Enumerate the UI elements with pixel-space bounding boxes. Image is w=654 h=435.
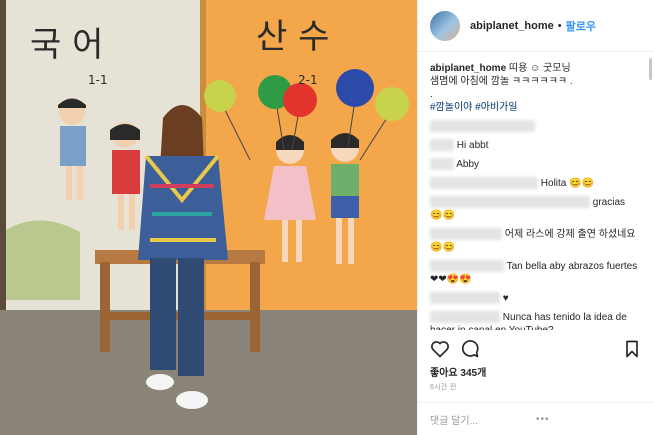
comment-text: Abby — [456, 159, 480, 170]
comment-text: Hi abbt — [456, 140, 489, 151]
mural-text-right-sub: 2-1 — [298, 73, 318, 87]
list-item: Tan bella aby abrazos fuertes ❤❤😍😍 — [430, 260, 642, 286]
redacted-username — [430, 139, 454, 152]
list-item: Holita 😊😊 — [430, 177, 642, 190]
post-header: abiplanet_home • 팔로우 — [418, 0, 654, 52]
redacted-username — [430, 260, 504, 273]
redacted-username — [430, 120, 535, 133]
caption: abiplanet_home 띠용 ☺ 굿모닝 샘몀에 아침에 깜놀 ㅋㅋㅋㅋㅋ… — [430, 62, 642, 114]
redacted-username — [430, 228, 502, 241]
redacted-username — [430, 158, 454, 171]
redacted-username — [430, 196, 590, 209]
caption-text-line2: 샘몀에 아침에 깜놀 ㅋㅋㅋㅋㅋㅋ . — [430, 76, 573, 87]
post-side-panel: abiplanet_home • 팔로우 abiplanet_home 띠용 ☺… — [417, 0, 654, 435]
comments-list[interactable]: abiplanet_home 띠용 ☺ 굿모닝 샘몀에 아침에 깜놀 ㅋㅋㅋㅋㅋ… — [418, 52, 654, 330]
list-item: Hi abbt — [430, 139, 642, 152]
separator-dot: • — [557, 19, 562, 32]
comment-icon[interactable] — [460, 339, 480, 359]
mural-text-left-sub: 1-1 — [88, 73, 108, 87]
header-username[interactable]: abiplanet_home — [470, 20, 554, 32]
avatar[interactable] — [430, 10, 460, 41]
caption-text-line1: 띠용 ☺ 굿모닝 — [508, 63, 571, 74]
comment-text: Holita 😊😊 — [540, 178, 595, 189]
list-item — [430, 120, 642, 133]
comment-text: ♥ — [502, 293, 509, 304]
heart-icon[interactable] — [430, 339, 450, 359]
caption-hashtags[interactable]: #깜놀이야 #아비가일 — [430, 102, 518, 113]
redacted-username — [430, 177, 538, 190]
mural-text-left: 국 어 — [30, 25, 103, 65]
mural-text-right: 산 수 — [256, 17, 329, 57]
bookmark-icon[interactable] — [622, 339, 642, 359]
list-item: ♥ — [430, 292, 642, 305]
action-bar — [430, 338, 642, 360]
list-item: 어제 라스에 강제 출연 하셨네요 😊😊 — [430, 228, 642, 254]
list-item: Abby — [430, 158, 642, 171]
follow-button[interactable]: 팔로우 — [566, 18, 596, 34]
post-image: 국 어 1-1 산 수 2-1 — [0, 0, 417, 435]
list-item: gracias 😊😊 — [430, 196, 642, 222]
post-time[interactable]: 6시간 전 — [430, 382, 457, 392]
more-options-icon[interactable]: ••• — [536, 414, 642, 425]
comment-text: 😊😊 — [430, 210, 455, 221]
add-comment-input[interactable]: 댓글 달기... — [430, 412, 536, 427]
caption-username[interactable]: abiplanet_home — [430, 63, 506, 74]
list-item: Nunca has tenido la idea de hacer in can… — [430, 311, 642, 330]
comment-text: gracias — [592, 197, 626, 208]
post-photo[interactable]: 국 어 1-1 산 수 2-1 — [0, 0, 417, 435]
likes-count[interactable]: 좋아요 345개 — [430, 364, 486, 379]
add-comment-bar: 댓글 달기... ••• — [418, 402, 654, 435]
redacted-username — [430, 292, 500, 305]
comments-scrollbar[interactable] — [649, 58, 652, 80]
redacted-username — [430, 311, 500, 324]
caption-text-line3: . — [430, 89, 433, 100]
